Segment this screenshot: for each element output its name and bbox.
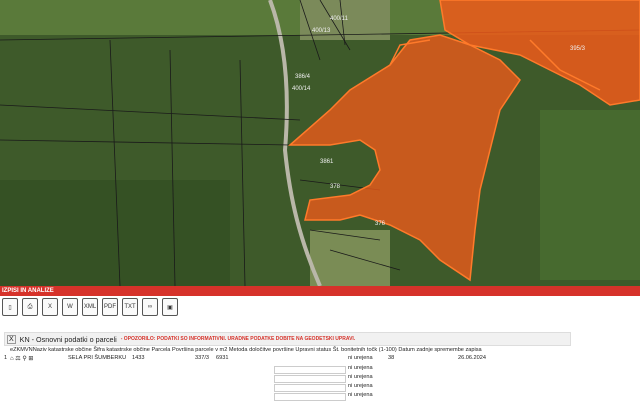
- table-row[interactable]: ni urejena: [0, 383, 570, 392]
- table-row[interactable]: 1 ⌂ ⚖ ⚲ ⊞ SELA PRI ŠUMBERKU 1433 337/3 6…: [0, 355, 570, 363]
- table-header: eZKMVNNaziv katastrske občine Šifra kata…: [10, 347, 482, 353]
- row-number: 1: [4, 355, 8, 361]
- export-icons: ▯ ⎙ X W XML PDF TXT ∞ ▣: [0, 298, 640, 320]
- row-name: SELA PRI ŠUMBERKU: [68, 355, 127, 361]
- row-area: 6931: [216, 355, 229, 361]
- txt-icon[interactable]: TXT: [122, 298, 138, 316]
- close-panel-button[interactable]: X: [7, 334, 16, 344]
- parcel-label-2: 395/3: [570, 46, 586, 52]
- excel-icon[interactable]: X: [42, 298, 58, 316]
- image-icon[interactable]: ▣: [162, 298, 178, 316]
- parcel-label-5: 400/14: [292, 86, 311, 92]
- table-row[interactable]: ni urejena: [0, 392, 570, 401]
- pdf-icon[interactable]: PDF: [102, 298, 118, 316]
- table-row[interactable]: ni urejena: [0, 365, 570, 374]
- word-icon[interactable]: W: [62, 298, 78, 316]
- analysis-toolbar-header: IZPISI IN ANALIZE: [0, 286, 640, 296]
- table-row[interactable]: ni urejena: [0, 374, 570, 383]
- parcel-label-4: 386/4: [295, 74, 311, 80]
- xml-icon[interactable]: XML: [82, 298, 98, 316]
- parcel-label-6: 3861: [320, 159, 334, 165]
- panel-header: X KN - Osnovni podatki o parceli - OPOZO…: [4, 332, 571, 346]
- row-action-icons[interactable]: ⌂ ⚖ ⚲ ⊞: [10, 355, 33, 362]
- parcel-label-1: 400/13: [312, 28, 331, 34]
- toolbar-title: IZPISI IN ANALIZE: [2, 288, 54, 294]
- row-code: 1433: [132, 355, 145, 361]
- map-view[interactable]: 400/13 400/11 395/3 378 386/4 400/14 386…: [0, 0, 640, 286]
- parcel-label-3: 378: [330, 184, 341, 190]
- row-parcel: 337/3: [195, 355, 209, 361]
- print-icon[interactable]: ⎙: [22, 298, 38, 316]
- row-status: ni urejena: [348, 355, 373, 361]
- warning-text: - OPOZORILO: PODATKI SO INFORMATIVNI. UR…: [120, 336, 356, 342]
- panel-title: KN - Osnovni podatki o parceli: [19, 334, 117, 344]
- row-points: 38: [388, 355, 395, 361]
- link-icon[interactable]: ∞: [142, 298, 158, 316]
- parcel-label-0: 400/11: [330, 16, 349, 22]
- satellite-map[interactable]: 400/13 400/11 395/3 378 386/4 400/14 386…: [0, 0, 640, 286]
- new-document-icon[interactable]: ▯: [2, 298, 18, 316]
- parcel-info-panel: X KN - Osnovni podatki o parceli - OPOZO…: [0, 330, 571, 401]
- parcel-label-7: 376: [375, 221, 386, 227]
- row-date: 26.06.2024: [458, 355, 486, 361]
